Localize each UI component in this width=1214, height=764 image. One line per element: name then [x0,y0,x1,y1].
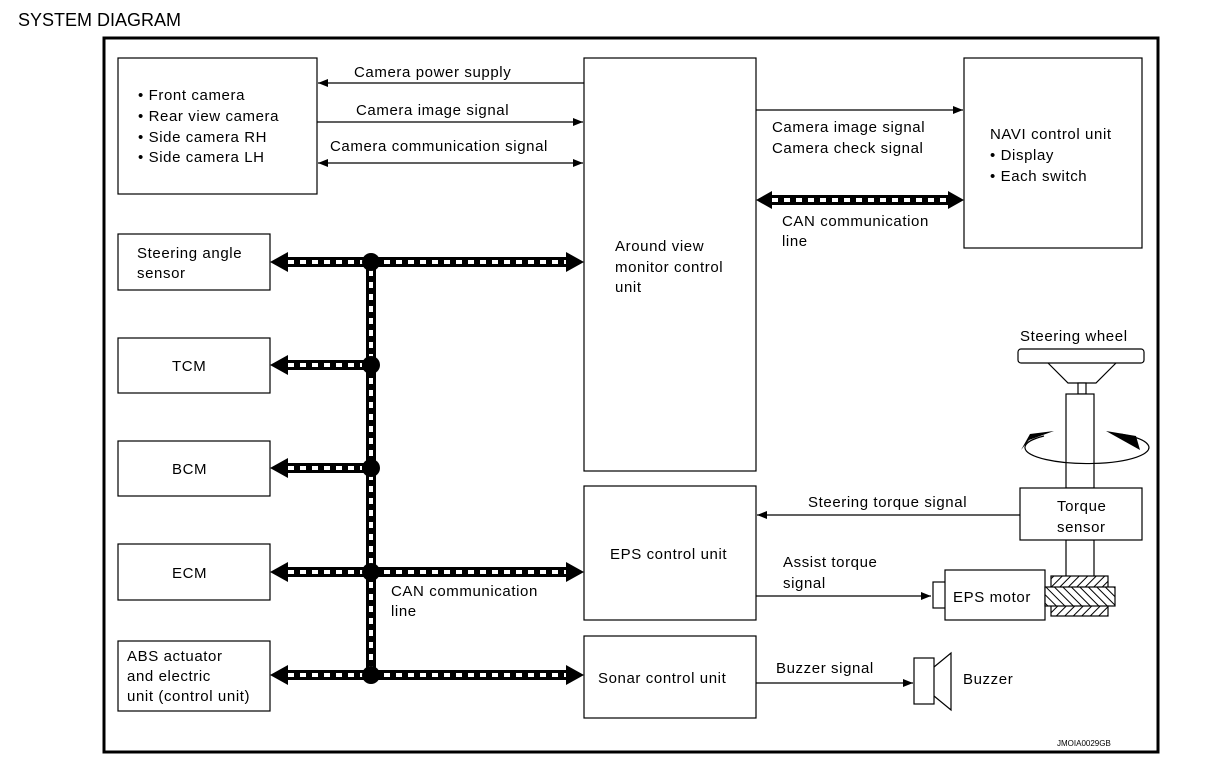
svg-text:Around view: Around view [615,238,704,255]
svg-text:sensor: sensor [137,265,186,282]
can-label-top-1: CAN communication [782,213,929,230]
svg-text:NAVI control unit: NAVI control unit [990,126,1112,143]
abs-actuator: ABS actuator and electric unit (control … [117,640,271,712]
svg-text:BCM: BCM [172,461,207,478]
navi-image-label: Camera image signal [772,119,925,136]
camera-comm-label: Camera communication signal [330,138,548,155]
can-label-top-2: line [782,233,808,250]
svg-text:EPS control unit: EPS control unit [610,546,727,563]
svg-text:• Rear view camera: • Rear view camera [138,108,279,125]
eps-motor: EPS motor [932,569,1116,621]
can-label-bottom-2: line [391,603,417,620]
steering-torque-label: Steering torque signal [808,494,967,511]
can-label-bottom-1: CAN communication [391,583,538,600]
diagram-title: SYSTEM DIAGRAM [18,10,181,30]
assist-torque-label-2: signal [783,575,826,592]
svg-text:sensor: sensor [1057,519,1106,536]
svg-text:Sonar control unit: Sonar control unit [598,670,727,687]
buzzer-label: Buzzer [963,671,1013,688]
svg-text:• Front camera: • Front camera [138,87,245,104]
svg-text:unit: unit [615,279,642,296]
svg-text:unit (control unit): unit (control unit) [127,688,250,705]
camera-box: • Front camera • Rear view camera • Side… [117,57,318,195]
can-line-navi [756,191,964,209]
assist-torque-label-1: Assist torque [783,554,878,571]
steering-angle-sensor: Steering angle sensor [117,233,271,291]
svg-text:• Display: • Display [990,147,1054,164]
sonar-control-unit: Sonar control unit [583,635,757,719]
avm-control-unit: Around view monitor control unit [583,57,757,472]
svg-text:Torque: Torque [1057,498,1106,515]
navi-check-label: Camera check signal [772,140,923,157]
torque-sensor: Torque sensor [1019,487,1143,541]
svg-text:Steering angle: Steering angle [137,245,242,262]
navi-control-unit: NAVI control unit • Display • Each switc… [963,57,1143,249]
svg-text:• Side camera LH: • Side camera LH [138,149,265,166]
steering-wheel-icon [1017,348,1150,578]
svg-text:ECM: ECM [172,565,207,582]
buzzer-icon [913,651,952,712]
svg-text:• Side camera RH: • Side camera RH [138,129,267,146]
can-bus [270,252,584,685]
bcm: BCM [117,440,271,497]
camera-image-label: Camera image signal [356,102,509,119]
svg-text:• Each switch: • Each switch [990,168,1087,185]
system-diagram: SYSTEM DIAGRAM • Front camera • Rear vie… [18,10,1160,754]
svg-text:monitor control: monitor control [615,259,723,276]
svg-text:and electric: and electric [127,668,211,685]
svg-text:TCM: TCM [172,358,206,375]
buzzer-signal-label: Buzzer signal [776,660,874,677]
ecm: ECM [117,543,271,601]
steering-wheel-label: Steering wheel [1020,328,1128,345]
tcm: TCM [117,337,271,394]
diagram-code: JMOIA0029GB [1057,739,1111,748]
eps-control-unit: EPS control unit [583,485,757,621]
camera-power-label: Camera power supply [354,64,511,81]
svg-text:EPS motor: EPS motor [953,589,1031,606]
svg-text:ABS actuator: ABS actuator [127,648,223,665]
